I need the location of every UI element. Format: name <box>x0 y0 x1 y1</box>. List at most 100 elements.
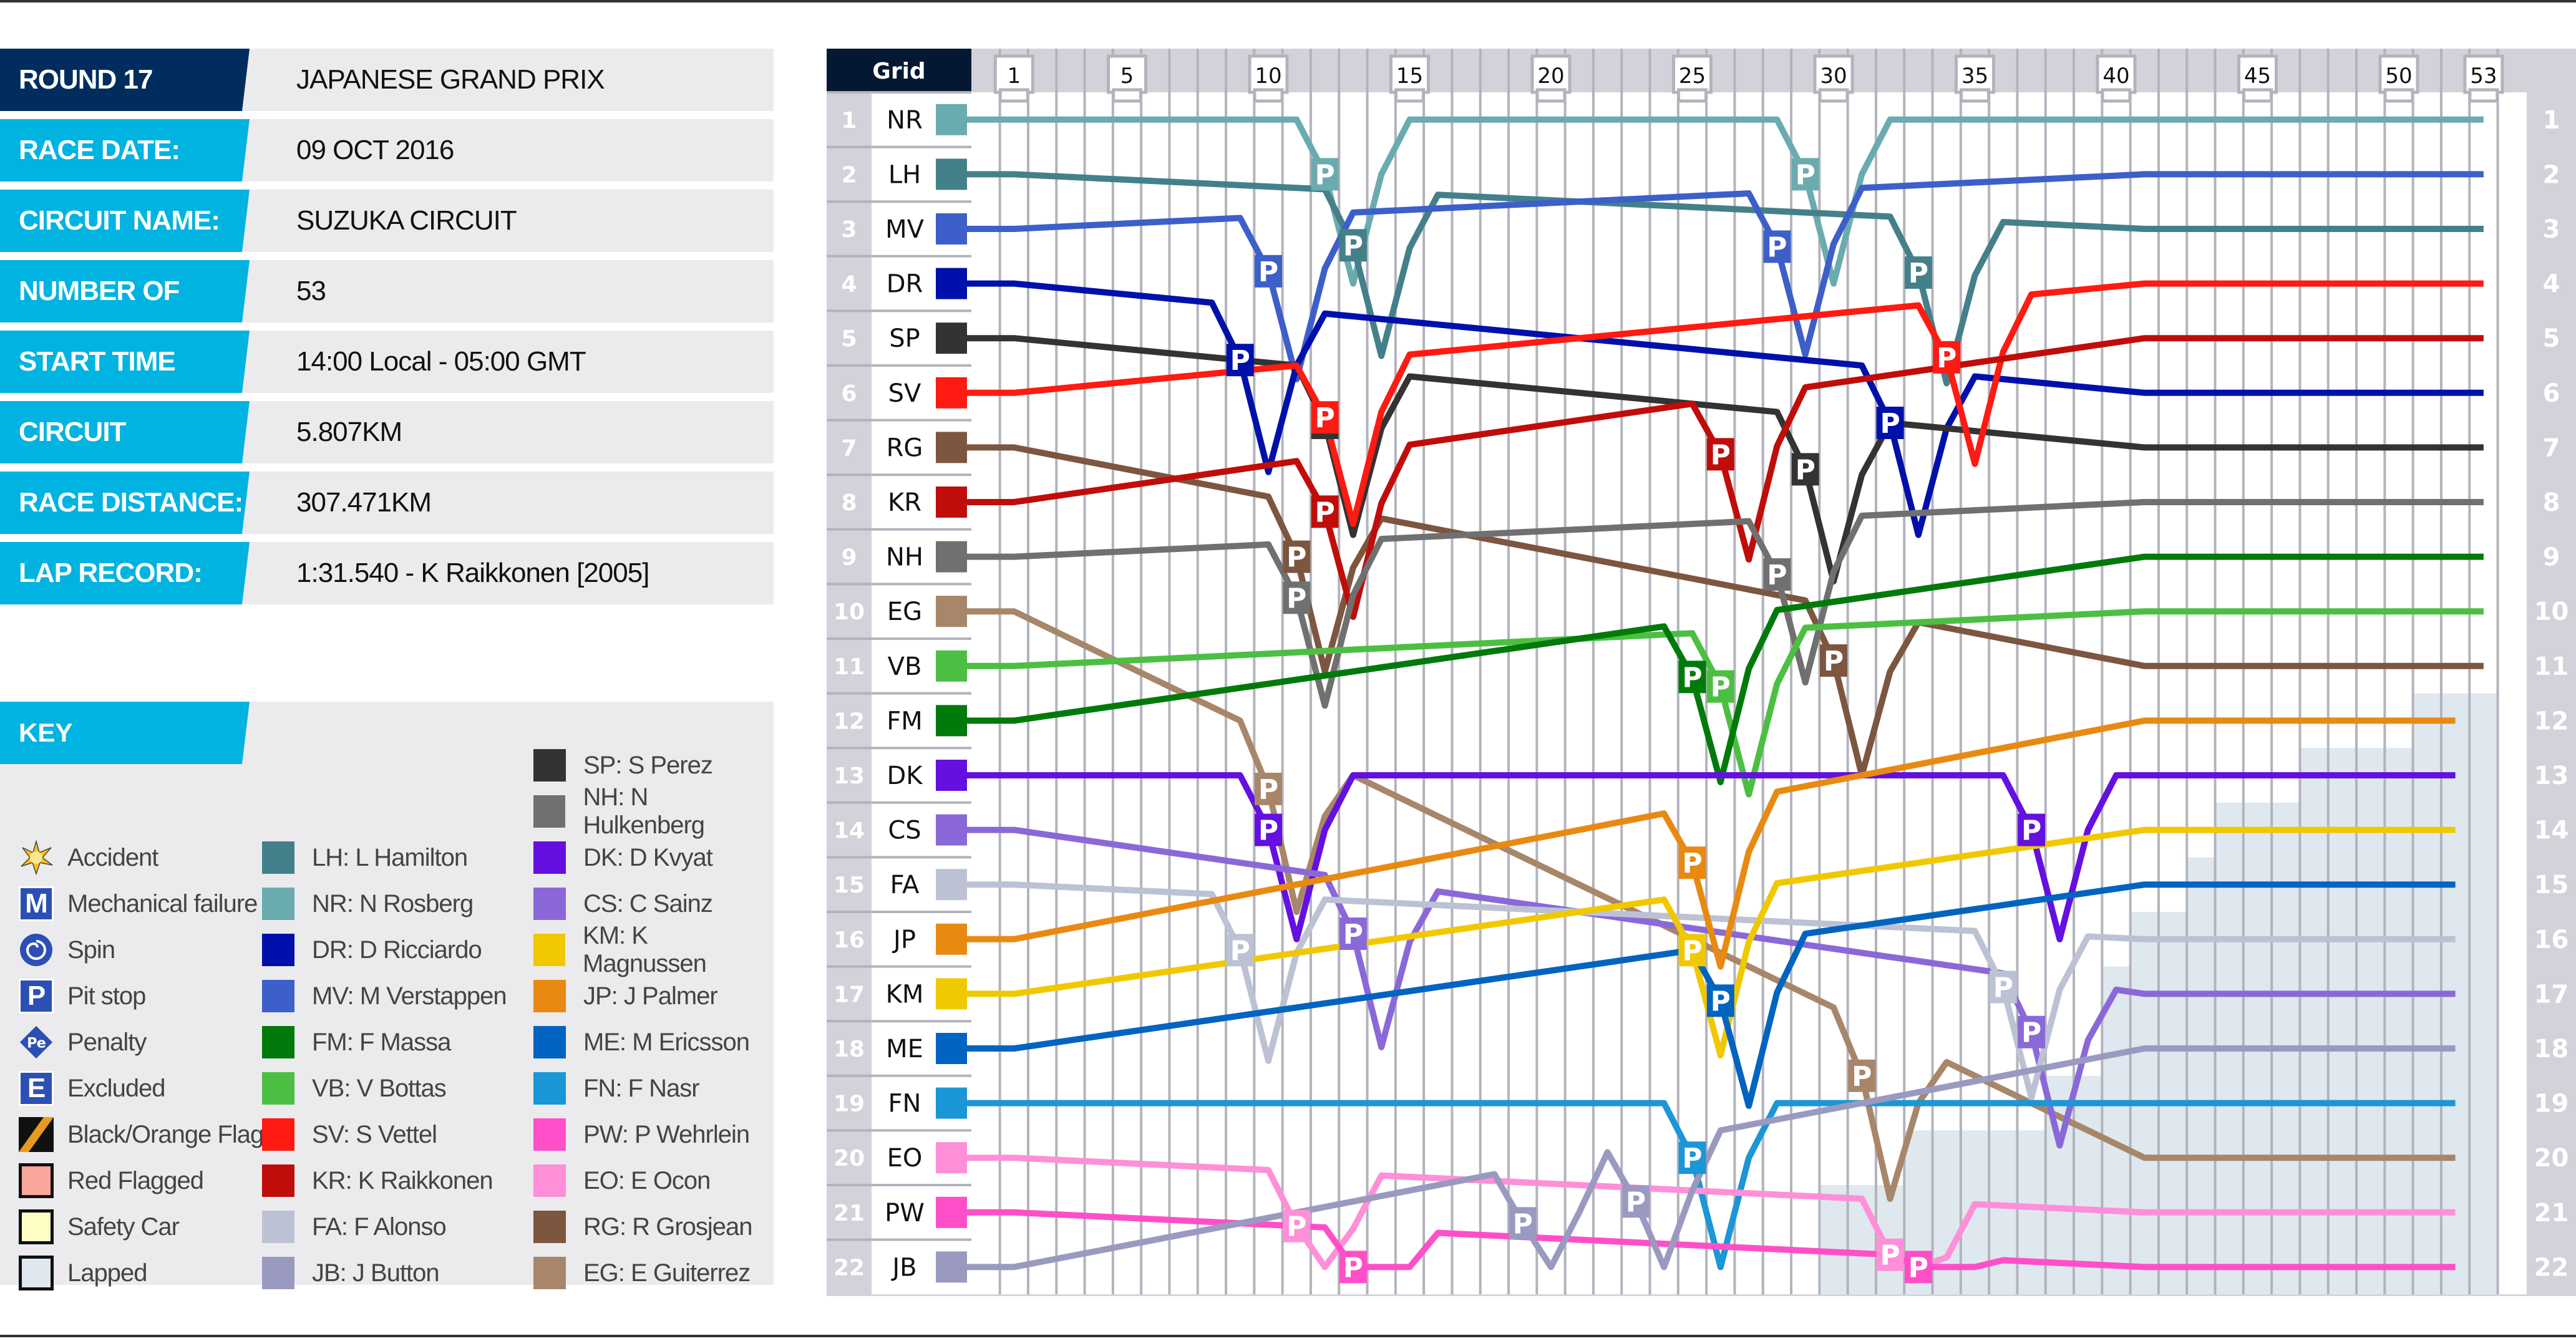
grid-position-number: 6 <box>841 381 857 407</box>
pit-stop-icon: P <box>1315 496 1334 528</box>
key-driver-label: JP: J Palmer <box>583 982 718 1010</box>
key-driver-rg: RG: R Grosjean <box>533 1208 753 1246</box>
lap-tick-tab <box>1535 88 1567 103</box>
grid-position-number: 16 <box>834 927 865 953</box>
info-label: CIRCUIT LENGTH: <box>0 401 250 463</box>
driver-swatch <box>262 841 294 874</box>
pit-stop-icon: P <box>1682 848 1702 879</box>
spin-icon <box>19 932 54 967</box>
pit-stop-icon: P <box>1993 972 2013 1004</box>
driver-swatch <box>262 980 294 1012</box>
pit-stop-icon: P <box>1230 935 1250 967</box>
black-orange-flag-icon <box>19 1117 54 1152</box>
pit-stop-marker: P <box>1706 670 1734 704</box>
final-position-number: 9 <box>2543 543 2560 572</box>
pit-stop-icon: P <box>1880 1240 1900 1272</box>
pit-stop-icon: P <box>1626 1186 1646 1218</box>
grid-driver-swatch <box>936 158 967 190</box>
lap-tick: 25 <box>1672 54 1713 103</box>
pit-stop-icon: P <box>1711 672 1731 704</box>
lap-tick-tab <box>1253 88 1284 103</box>
grid-driver-swatch <box>936 1251 967 1283</box>
grid-driver-code: DR <box>887 270 923 299</box>
final-position-number: 14 <box>2534 816 2569 845</box>
pit-stop-marker: P <box>2018 1015 2046 1049</box>
key-panel: KEY Accident M Mechanical failure Spin P Pit … <box>0 702 774 1290</box>
final-position-number: 6 <box>2543 379 2560 408</box>
pit-stop-marker: P <box>1226 934 1254 967</box>
key-item: Accident <box>19 839 158 876</box>
key-driver-pw: PW: P Wehrlein <box>533 1116 750 1153</box>
grid-driver-swatch <box>936 814 967 846</box>
lap-tick-tab <box>998 88 1029 103</box>
key-item: Pe Penalty <box>19 1024 147 1061</box>
info-row: LAP RECORD: 1:31.540 - K Raikkonen [2005] <box>0 542 774 604</box>
key-driver-label: NH: N Hulkenberg <box>583 783 705 839</box>
grid-driver-code: EO <box>887 1144 923 1173</box>
final-position-number: 2 <box>2543 160 2560 189</box>
grid-driver-swatch <box>936 268 967 299</box>
driver-swatch <box>533 749 566 782</box>
info-label: CIRCUIT NAME: <box>0 190 250 252</box>
pit-stop-marker: P <box>1876 406 1904 440</box>
pit-stop-marker: P <box>1904 1251 1932 1284</box>
lap-tick: 10 <box>1248 54 1289 103</box>
info-row: CIRCUIT LENGTH: 5.807KM <box>0 401 774 463</box>
lap-tick-label: 53 <box>2470 64 2497 89</box>
pit-stop-marker: P <box>1339 229 1367 262</box>
lap-tick-label: 50 <box>2385 64 2412 89</box>
pit-stop-icon: P <box>1711 985 1731 1017</box>
grid-driver-swatch <box>936 1087 967 1119</box>
info-label: START TIME <box>0 331 250 393</box>
pit-stop-icon: P <box>2021 1017 2041 1049</box>
info-row: START TIME 14:00 Local - 05:00 GMT <box>0 331 774 393</box>
lap-tick-tab <box>2242 88 2273 103</box>
key-item: E Excluded <box>19 1070 166 1107</box>
key-driver-label: FA: F Alonso <box>312 1213 447 1241</box>
grid-position-number: 17 <box>834 982 865 1007</box>
key-driver-fa: FA: F Alonso <box>262 1208 447 1246</box>
final-position-number: 15 <box>2534 871 2569 899</box>
info-value: 14:00 Local - 05:00 GMT <box>296 346 586 377</box>
driver-swatch <box>533 1118 566 1151</box>
grid-driver-swatch <box>936 1142 967 1174</box>
grid-position-number: 13 <box>834 763 865 789</box>
grid-position-number: 2 <box>841 162 857 188</box>
driver-swatch <box>262 1118 294 1151</box>
key-driver-sp: SP: S Perez <box>533 747 713 784</box>
final-position-number: 12 <box>2534 707 2569 735</box>
key-driver-label: VB: V Bottas <box>312 1074 447 1102</box>
grid-driver-code: KM <box>886 980 924 1009</box>
pit-stop-icon: P <box>1824 646 1844 677</box>
driver-swatch <box>533 1211 566 1243</box>
driver-swatch <box>533 1072 566 1105</box>
lap-tick-tab <box>2101 88 2132 103</box>
grid-position-number: 7 <box>841 435 857 461</box>
key-driver-nr: NR: N Rosberg <box>262 885 474 922</box>
pit-stop-marker: P <box>1509 1207 1537 1240</box>
final-position-number: 10 <box>2534 598 2569 626</box>
pit-stop-marker: P <box>1255 772 1282 806</box>
pit-stop-marker: P <box>1791 158 1819 191</box>
pit-stop-icon: P <box>1908 258 1928 289</box>
grid-position-number: 5 <box>841 326 857 352</box>
final-position-number: 11 <box>2534 652 2569 681</box>
pit-stop-marker: P <box>1226 344 1254 377</box>
key-item: Black/Orange Flag <box>19 1116 264 1153</box>
lap-tick-label: 15 <box>1396 64 1423 89</box>
grid-driver-swatch <box>936 923 967 955</box>
key-label: Red Flagged <box>67 1166 204 1194</box>
pit-stop-icon: P <box>1682 662 1702 694</box>
lap-tick: 45 <box>2237 54 2278 103</box>
info-label: ROUND 17 <box>0 49 250 111</box>
accident-icon <box>19 840 54 875</box>
grid-driver-code: FA <box>890 871 920 899</box>
pit-stop-icon: P <box>1315 402 1334 434</box>
pit-stop-marker: P <box>1989 971 2017 1004</box>
key-driver-kr: KR: K Raikkonen <box>262 1162 493 1199</box>
key-item: Red Flagged <box>19 1162 204 1199</box>
grid-driver-code: RG <box>887 433 923 462</box>
final-position-number: 21 <box>2534 1199 2569 1227</box>
pit-stop-icon: P <box>1880 408 1900 440</box>
key-driver-label: ME: M Ericsson <box>583 1028 750 1056</box>
